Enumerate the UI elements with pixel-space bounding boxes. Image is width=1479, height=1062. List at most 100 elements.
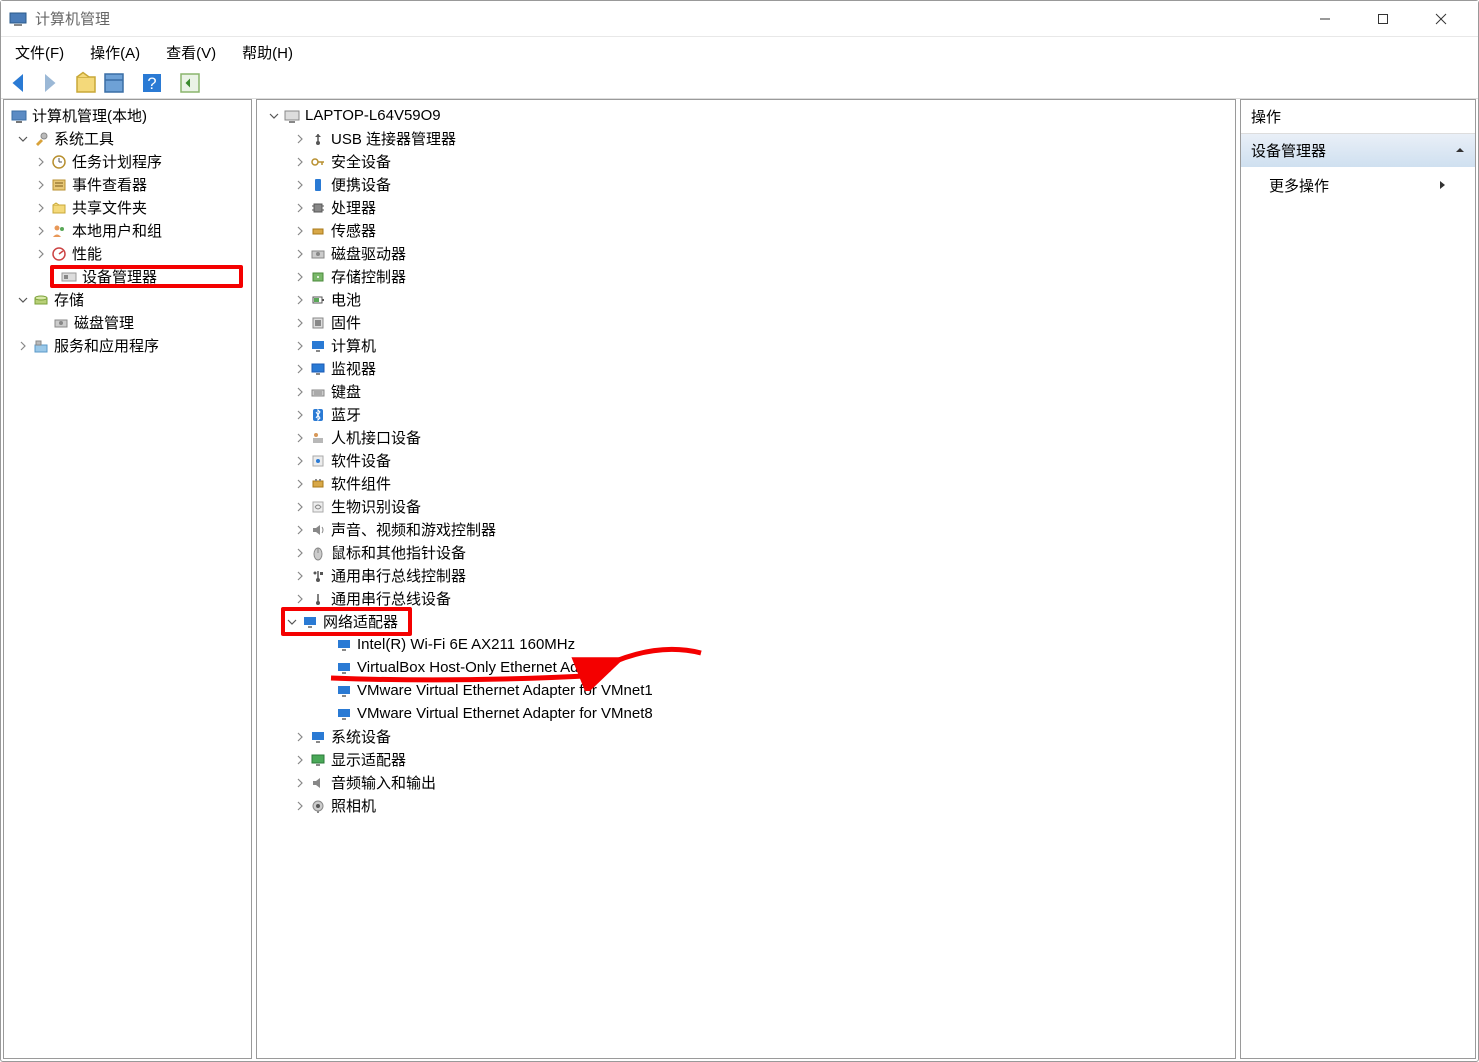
refresh-button[interactable] [177, 70, 203, 96]
tree-system-tools[interactable]: 系统工具 [4, 127, 251, 150]
help-button[interactable]: ? [139, 70, 165, 96]
device-category[interactable]: 监视器 [257, 357, 1235, 380]
caret-right-icon[interactable] [293, 730, 307, 744]
device-category[interactable]: 计算机 [257, 334, 1235, 357]
caret-right-icon[interactable] [293, 247, 307, 261]
device-category[interactable]: 存储控制器 [257, 265, 1235, 288]
caret-right-icon[interactable] [293, 339, 307, 353]
menu-file[interactable]: 文件(F) [9, 40, 70, 65]
device-category[interactable]: 音频输入和输出 [257, 771, 1235, 794]
caret-right-icon[interactable] [34, 224, 48, 238]
caret-down-icon[interactable] [267, 109, 281, 123]
device-category[interactable]: 人机接口设备 [257, 426, 1235, 449]
caret-right-icon[interactable] [293, 569, 307, 583]
actions-subheader[interactable]: 设备管理器 [1241, 134, 1475, 167]
caret-right-icon[interactable] [293, 546, 307, 560]
device-root[interactable]: LAPTOP-L64V59O9 [257, 104, 1235, 127]
caret-right-icon[interactable] [293, 385, 307, 399]
tree-device-manager[interactable]: 设备管理器 [50, 265, 243, 288]
caret-down-icon[interactable] [16, 293, 30, 307]
caret-right-icon[interactable] [293, 753, 307, 767]
caret-right-icon[interactable] [293, 454, 307, 468]
back-button[interactable] [7, 70, 33, 96]
tree-disk-mgmt[interactable]: 磁盘管理 [4, 311, 251, 334]
device-network-adapter-item[interactable]: VMware Virtual Ethernet Adapter for VMne… [257, 679, 1235, 702]
device-category[interactable]: 传感器 [257, 219, 1235, 242]
caret-right-icon[interactable] [293, 799, 307, 813]
device-category[interactable]: 软件设备 [257, 449, 1235, 472]
menu-help[interactable]: 帮助(H) [236, 40, 299, 65]
caret-right-icon[interactable] [293, 316, 307, 330]
actions-more[interactable]: 更多操作 [1241, 167, 1475, 204]
caret-right-icon[interactable] [293, 362, 307, 376]
device-category[interactable]: 安全设备 [257, 150, 1235, 173]
device-network-adapter-item[interactable]: Intel(R) Wi-Fi 6E AX211 160MHz [257, 633, 1235, 656]
caret-right-icon[interactable] [293, 132, 307, 146]
caret-right-icon[interactable] [293, 155, 307, 169]
properties-button[interactable] [101, 70, 127, 96]
device-category[interactable]: 处理器 [257, 196, 1235, 219]
device-category-label: 磁盘驱动器 [331, 243, 412, 264]
menu-action[interactable]: 操作(A) [84, 40, 146, 65]
menu-view[interactable]: 查看(V) [160, 40, 222, 65]
network-adapter-icon [335, 636, 353, 654]
window-controls [1296, 1, 1470, 37]
device-network-adapter-item[interactable]: VMware Virtual Ethernet Adapter for VMne… [257, 702, 1235, 725]
tree-performance[interactable]: 性能 [4, 242, 251, 265]
device-category[interactable]: USB 连接器管理器 [257, 127, 1235, 150]
tree-shared-folders[interactable]: 共享文件夹 [4, 196, 251, 219]
device-category[interactable]: 电池 [257, 288, 1235, 311]
device-category[interactable]: 照相机 [257, 794, 1235, 817]
device-category[interactable]: 磁盘驱动器 [257, 242, 1235, 265]
tree-item-label: 事件查看器 [72, 174, 153, 195]
caret-down-icon[interactable] [285, 615, 299, 629]
tree-services[interactable]: 服务和应用程序 [4, 334, 251, 357]
caret-right-icon[interactable] [293, 224, 307, 238]
caret-right-icon[interactable] [293, 293, 307, 307]
caret-right-icon[interactable] [293, 201, 307, 215]
device-category[interactable]: 固件 [257, 311, 1235, 334]
software-icon [309, 452, 327, 470]
device-root-label: LAPTOP-L64V59O9 [305, 107, 447, 124]
caret-right-icon[interactable] [16, 339, 30, 353]
chevron-right-icon [1439, 177, 1447, 194]
device-network-adapter-item[interactable]: VirtualBox Host-Only Ethernet Adapter [257, 656, 1235, 679]
tree-task-scheduler[interactable]: 任务计划程序 [4, 150, 251, 173]
device-category[interactable]: 软件组件 [257, 472, 1235, 495]
close-button[interactable] [1412, 1, 1470, 37]
caret-right-icon[interactable] [293, 270, 307, 284]
caret-right-icon[interactable] [293, 523, 307, 537]
caret-right-icon[interactable] [293, 178, 307, 192]
caret-right-icon[interactable] [293, 776, 307, 790]
camera-icon [309, 797, 327, 815]
caret-right-icon[interactable] [293, 477, 307, 491]
minimize-button[interactable] [1296, 1, 1354, 37]
device-category[interactable]: 便携设备 [257, 173, 1235, 196]
device-category[interactable]: 键盘 [257, 380, 1235, 403]
tree-local-users[interactable]: 本地用户和组 [4, 219, 251, 242]
caret-right-icon[interactable] [293, 408, 307, 422]
forward-button[interactable] [35, 70, 61, 96]
device-category[interactable]: 系统设备 [257, 725, 1235, 748]
caret-right-icon[interactable] [34, 247, 48, 261]
caret-down-icon[interactable] [16, 132, 30, 146]
caret-right-icon[interactable] [34, 155, 48, 169]
device-category[interactable]: 通用串行总线控制器 [257, 564, 1235, 587]
device-category[interactable]: 鼠标和其他指针设备 [257, 541, 1235, 564]
caret-right-icon[interactable] [293, 431, 307, 445]
device-category[interactable]: 生物识别设备 [257, 495, 1235, 518]
device-category[interactable]: 蓝牙 [257, 403, 1235, 426]
device-category[interactable]: 声音、视频和游戏控制器 [257, 518, 1235, 541]
up-button[interactable] [73, 70, 99, 96]
tree-storage[interactable]: 存储 [4, 288, 251, 311]
caret-right-icon[interactable] [34, 201, 48, 215]
tree-event-viewer[interactable]: 事件查看器 [4, 173, 251, 196]
caret-right-icon[interactable] [293, 592, 307, 606]
tree-root[interactable]: 计算机管理(本地) [4, 104, 251, 127]
device-category[interactable]: 显示适配器 [257, 748, 1235, 771]
caret-right-icon[interactable] [293, 500, 307, 514]
maximize-button[interactable] [1354, 1, 1412, 37]
caret-right-icon[interactable] [34, 178, 48, 192]
device-network-adapters[interactable]: 网络适配器 [257, 610, 1235, 633]
collapse-icon[interactable] [1455, 142, 1465, 159]
